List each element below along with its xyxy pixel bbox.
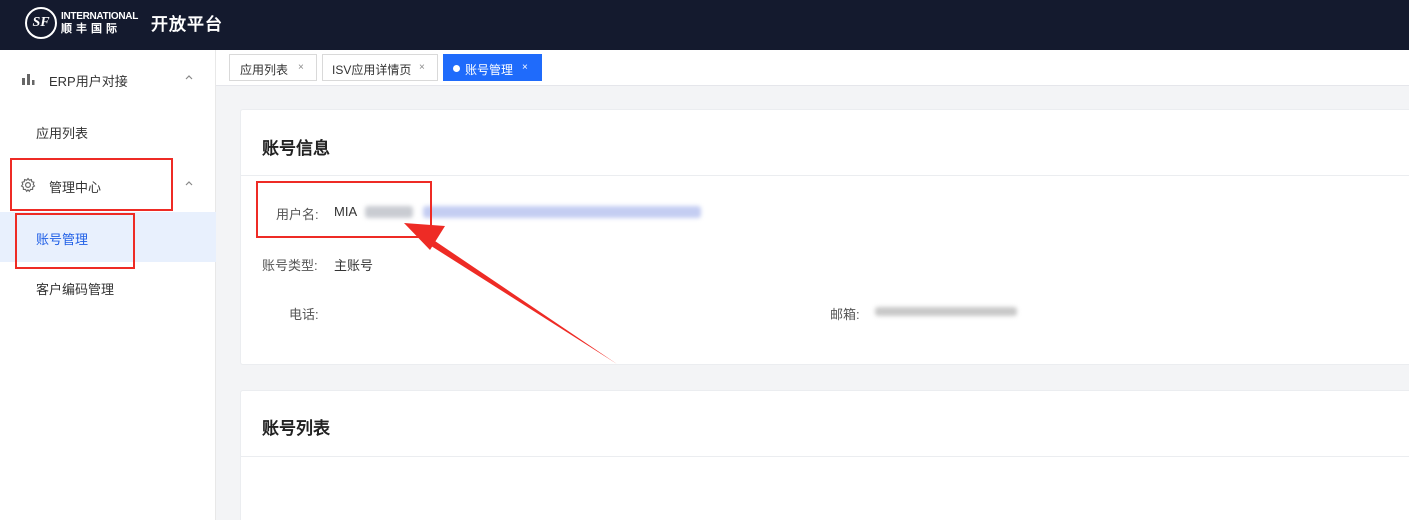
- sidebar-group-label: 管理中心: [49, 180, 102, 195]
- account-type-value: 主账号: [334, 258, 374, 273]
- email-label: 邮箱:: [830, 307, 860, 322]
- sidebar-group-management[interactable]: 管理中心: [0, 158, 216, 212]
- username-label: 用户名:: [276, 207, 319, 222]
- tab-label: 账号管理: [465, 63, 514, 77]
- account-info-card: 账号信息 用户名: MIA 账号类型: 主账号 电话: 邮箱:: [240, 109, 1409, 365]
- username-redacted: [365, 206, 413, 218]
- close-icon[interactable]: ×: [419, 62, 425, 73]
- sidebar-item-label: 应用列表: [36, 126, 89, 141]
- chevron-up-icon[interactable]: [183, 177, 195, 189]
- sidebar-item-customer-code[interactable]: 客户编码管理: [0, 262, 216, 312]
- username-extra-redacted: [423, 206, 701, 218]
- logo[interactable]: SF INTERNATIONAL 顺丰国际: [25, 5, 138, 41]
- chevron-up-icon[interactable]: [183, 71, 195, 83]
- sidebar-item-app-list[interactable]: 应用列表: [0, 106, 216, 156]
- logo-text: INTERNATIONAL 顺丰国际: [61, 10, 138, 36]
- logo-zh-text: 顺丰国际: [61, 23, 121, 35]
- divider: [241, 175, 1409, 176]
- app-title: 开放平台: [151, 15, 223, 34]
- top-header: SF INTERNATIONAL 顺丰国际 开放平台: [0, 0, 1409, 50]
- sidebar-group-label: ERP用户对接: [49, 74, 128, 89]
- gear-icon: [20, 177, 36, 193]
- sidebar-group-erp[interactable]: ERP用户对接: [0, 52, 216, 106]
- account-type-label: 账号类型:: [262, 258, 318, 273]
- account-info-title: 账号信息: [262, 139, 330, 158]
- close-icon[interactable]: ×: [298, 62, 304, 73]
- sidebar-item-account-management[interactable]: 账号管理: [0, 212, 216, 262]
- tab-isv-detail[interactable]: ISV应用详情页 ×: [322, 54, 438, 81]
- email-redacted: [875, 307, 1017, 316]
- logo-en-text: INTERNATIONAL: [61, 11, 139, 22]
- phone-label: 电话:: [289, 307, 319, 322]
- sf-logo-icon: SF: [25, 7, 57, 39]
- tab-bar: 应用列表 × ISV应用详情页 × 账号管理 ×: [216, 50, 1409, 86]
- close-icon[interactable]: ×: [522, 62, 528, 73]
- username-value: MIA: [334, 204, 358, 219]
- account-list-title: 账号列表: [262, 419, 330, 438]
- tab-account-management[interactable]: 账号管理 ×: [443, 54, 542, 81]
- sidebar-item-label: 客户编码管理: [36, 282, 115, 297]
- bar-chart-icon: [22, 74, 35, 85]
- divider: [241, 456, 1409, 457]
- tab-label: ISV应用详情页: [332, 63, 412, 77]
- active-dot-icon: [453, 65, 460, 72]
- tab-app-list[interactable]: 应用列表 ×: [229, 54, 317, 81]
- account-list-card: 账号列表: [240, 390, 1409, 520]
- sidebar: ERP用户对接 应用列表 管理中心 账号管理 客户编码管理: [0, 50, 216, 520]
- sidebar-item-label: 账号管理: [36, 232, 89, 247]
- tab-label: 应用列表: [240, 63, 289, 77]
